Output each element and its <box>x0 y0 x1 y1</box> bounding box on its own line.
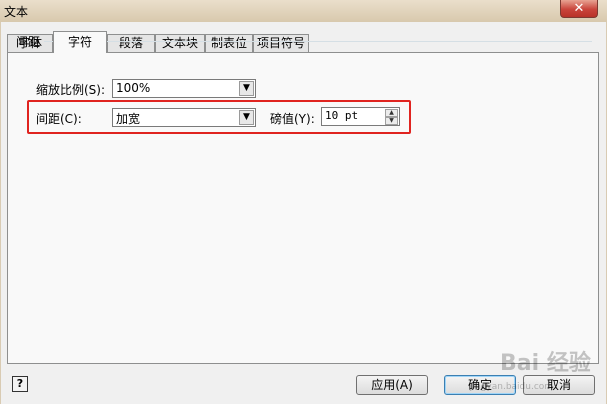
tab-text-block[interactable]: 文本块 <box>155 34 205 52</box>
chevron-down-icon[interactable]: ▼ <box>239 110 254 125</box>
window-title: 文本 <box>4 5 29 19</box>
spacing-label: 间距(C): <box>36 112 82 126</box>
by-value: 10 pt <box>325 109 359 122</box>
tab-paragraph[interactable]: 段落 <box>107 34 155 52</box>
spin-down-icon[interactable]: ▼ <box>385 117 398 125</box>
close-button[interactable]: ✕ <box>560 0 598 18</box>
scale-value: 100% <box>116 81 151 95</box>
scale-combo[interactable]: 100% ▼ <box>112 79 256 98</box>
tab-tabs[interactable]: 制表位 <box>205 34 253 52</box>
tab-panel <box>7 52 599 364</box>
title-bar: 文本 ✕ <box>0 0 607 22</box>
spin-up-icon[interactable]: ▲ <box>385 109 398 117</box>
apply-button[interactable]: 应用(A) <box>356 375 428 395</box>
tab-character[interactable]: 字符 <box>53 31 107 53</box>
by-label: 磅值(Y): <box>270 112 315 126</box>
chevron-down-icon[interactable]: ▼ <box>239 81 254 96</box>
by-spinner[interactable]: 10 pt ▲ ▼ <box>321 107 400 126</box>
spacing-group-title: 间距 <box>16 35 41 49</box>
tab-bullets[interactable]: 项目符号 <box>253 34 309 52</box>
watermark-url: jingyan.baidu.com <box>470 382 554 392</box>
group-divider <box>44 41 592 42</box>
scale-label: 缩放比例(S): <box>36 83 106 97</box>
spacing-combo[interactable]: 加宽 ▼ <box>112 108 256 127</box>
watermark-logo: Bai 经验 <box>500 351 591 376</box>
close-icon: ✕ <box>573 1 585 16</box>
help-icon: ? <box>16 377 24 390</box>
spacing-value: 加宽 <box>116 112 141 126</box>
help-button[interactable]: ? <box>12 376 28 392</box>
